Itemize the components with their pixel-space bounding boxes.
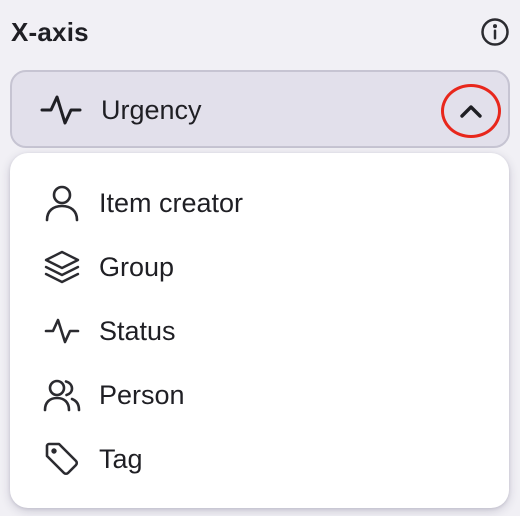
- info-icon[interactable]: [480, 17, 510, 47]
- tag-icon: [42, 439, 82, 479]
- menu-item-item-creator[interactable]: Item creator: [10, 173, 509, 233]
- menu-item-label: Person: [99, 380, 185, 410]
- menu-item-tag[interactable]: Tag: [10, 429, 509, 489]
- menu-item-label: Status: [99, 316, 176, 346]
- users-icon: [42, 375, 82, 415]
- x-axis-title: X-axis: [11, 16, 89, 47]
- select-value: Urgency: [101, 95, 202, 125]
- menu-item-label: Group: [99, 252, 175, 282]
- activity-icon: [42, 311, 82, 351]
- menu-item-status[interactable]: Status: [10, 301, 509, 361]
- x-axis-select[interactable]: Urgency: [10, 70, 510, 148]
- layers-icon: [42, 247, 82, 287]
- menu-item-label: Tag: [99, 444, 143, 474]
- menu-item-group[interactable]: Group: [10, 237, 509, 297]
- menu-item-label: Item creator: [99, 188, 244, 218]
- menu-item-person[interactable]: Person: [10, 365, 509, 425]
- chevron-up-icon: [459, 103, 483, 119]
- x-axis-header: X-axis: [11, 14, 510, 50]
- user-icon: [42, 183, 82, 223]
- chevron-up-button[interactable]: [441, 84, 501, 138]
- x-axis-dropdown-menu: Item creator Group Status Person Tag: [10, 153, 509, 508]
- activity-icon: [40, 91, 82, 129]
